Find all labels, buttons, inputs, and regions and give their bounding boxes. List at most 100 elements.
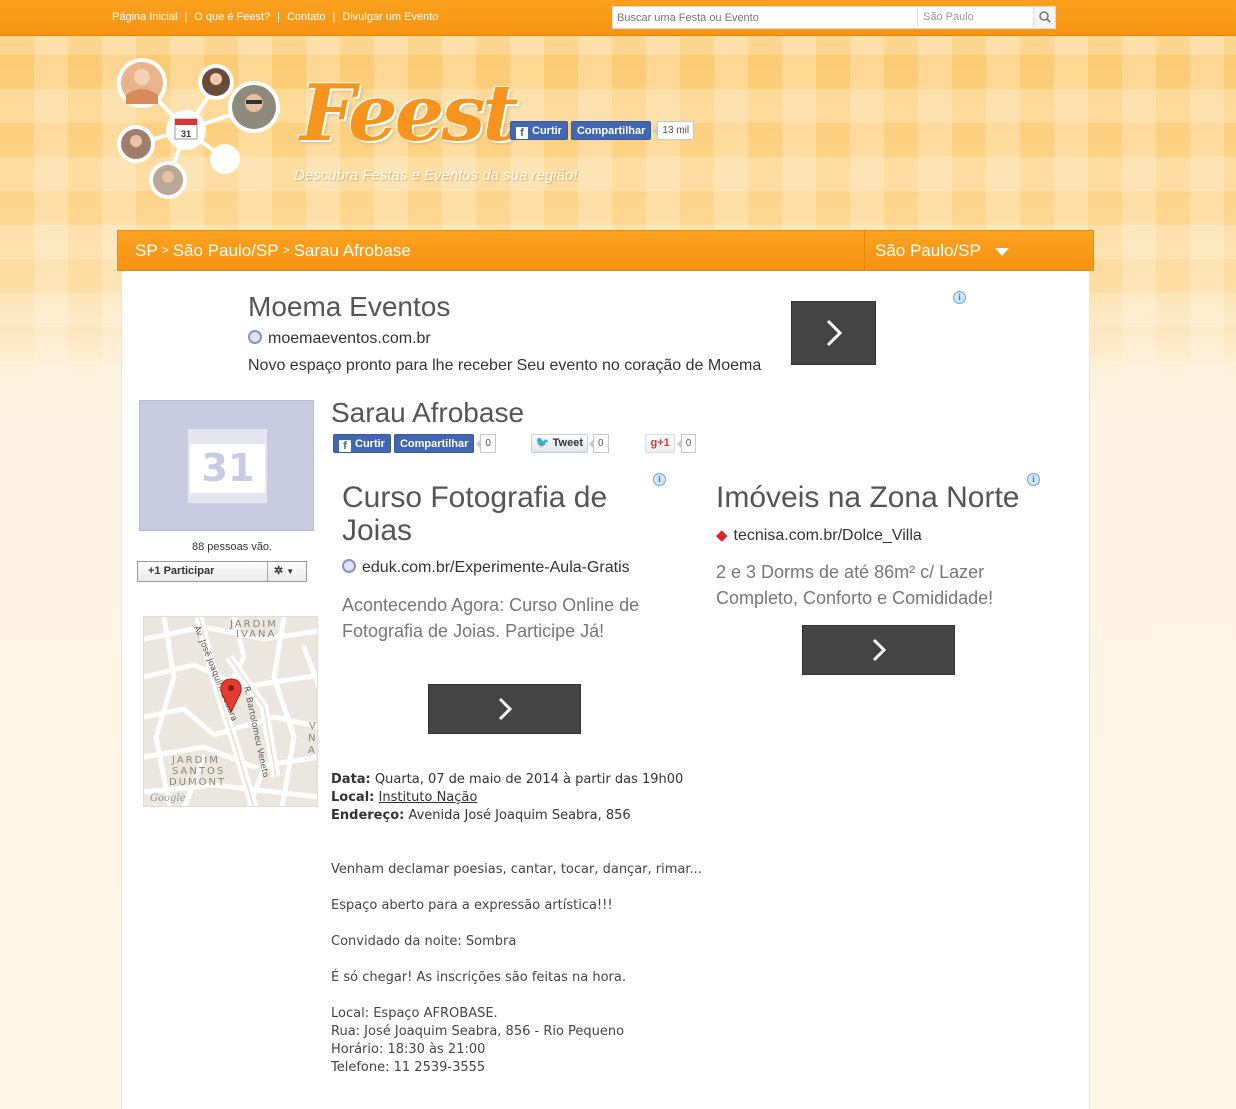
svg-text:31: 31	[181, 129, 191, 139]
city-selector[interactable]: São Paulo/SP	[864, 231, 1093, 270]
ad-top-url[interactable]: moemaeventos.com.br	[248, 330, 431, 348]
event-map[interactable]: JARDIM IVANA JARDIM SANTOS DUMONT V N A …	[143, 616, 318, 807]
nav-publish-event-link[interactable]: Divulgar um Evento	[342, 11, 438, 23]
going-count: 88 pessoas vão.	[192, 541, 273, 553]
chevron-right-icon	[872, 638, 886, 662]
twitter-icon: 🐦	[535, 437, 550, 449]
header-like-button[interactable]: f Curtir	[510, 121, 568, 140]
event-image-day: 31	[202, 446, 255, 490]
participate-options-button[interactable]: ✲ ▼	[267, 562, 307, 581]
map-label-jardim-ivana: IVANA	[236, 629, 276, 640]
search-city-value: São Paulo	[923, 11, 974, 23]
breadcrumb-item-event: Sarau Afrobase	[293, 241, 411, 260]
event-details: Data: Quarta, 07 de maio de 2014 à parti…	[331, 771, 683, 825]
nav-separator: |	[184, 11, 188, 23]
feest-logo[interactable]: Feest	[300, 68, 518, 159]
ad-info-icon[interactable]: i	[1027, 473, 1040, 486]
nav-separator: |	[277, 11, 280, 23]
search-box: São Paulo ▼	[612, 6, 1056, 29]
event-date-label: Data:	[331, 772, 371, 787]
logo-network-graphic: 31	[117, 58, 280, 199]
search-city-select[interactable]: São Paulo ▼	[917, 9, 1047, 26]
chevron-right-icon	[498, 697, 512, 721]
event-fb-count: 0	[476, 434, 496, 453]
breadcrumb-separator: >	[161, 243, 169, 257]
map-label-vna: N	[308, 733, 317, 744]
description-paragraph: Convidado da noite: Sombra	[331, 934, 517, 949]
nav-contact-link[interactable]: Contato	[287, 11, 326, 23]
gear-icon: ✲	[274, 565, 284, 577]
ad-right-description: 2 e 3 Dorms de até 86m² c/ Lazer Complet…	[716, 562, 994, 608]
facebook-icon: f	[516, 127, 528, 139]
ad-info-icon[interactable]: i	[653, 473, 666, 486]
ad-left-description: Acontecendo Agora: Curso Online de Fotog…	[342, 595, 640, 641]
event-address-label: Endereço:	[331, 808, 405, 823]
top-bar: Página Inicial | O que é Feest? | Contato | Di…	[0, 0, 1236, 36]
google-logo: Google	[150, 793, 186, 804]
event-title: Sarau Afrobase	[331, 397, 525, 428]
tagline: Descubra Festas e Eventos da sua região!	[294, 167, 578, 184]
header-share-button[interactable]: Compartilhar	[570, 121, 652, 140]
ad-top-title[interactable]: Moema Eventos	[248, 291, 450, 323]
search-button[interactable]	[1033, 7, 1055, 28]
globe-icon	[342, 559, 356, 573]
description-line: Horário: 18:30 às 21:00	[331, 1042, 486, 1057]
nav-about-link[interactable]: O que é Feest?	[194, 11, 270, 23]
ad-left-url-text: eduk.com.br/Experimente-Aula-Gratis	[362, 559, 630, 576]
header-like-label: Curtir	[532, 125, 562, 137]
breadcrumb-bar: SP > São Paulo/SP > Sarau Afrobase São Paulo…	[117, 230, 1094, 271]
tecnisa-icon: ◆	[716, 527, 728, 544]
map-label-jardim-santos-dumont: JARDIM	[171, 755, 220, 766]
chevron-right-icon	[826, 319, 842, 347]
participate-button[interactable]: +1 Participar ✲ ▼	[137, 561, 307, 582]
participate-label: +1 Participar	[148, 565, 215, 577]
event-place: Local: Instituto Nação	[331, 789, 683, 807]
breadcrumb-item-city[interactable]: São Paulo/SP	[173, 241, 279, 260]
ad-right-arrow-button[interactable]	[802, 625, 955, 675]
ad-left-arrow-button[interactable]	[428, 684, 581, 734]
description-line: Telefone: 11 2539-3555	[331, 1060, 486, 1075]
header-share-count: 13 mil	[653, 121, 695, 140]
ad-top-description: Novo espaço pronto para lhe receber Seu …	[248, 357, 762, 374]
ad-right-title[interactable]: Imóveis na Zona Norte	[716, 481, 1036, 514]
description-paragraph: Espaço aberto para a expressão artística…	[331, 898, 613, 913]
event-place-label: Local:	[331, 790, 375, 805]
ad-info-icon[interactable]: i	[953, 291, 966, 304]
ad-top-url-text: moemaeventos.com.br	[268, 330, 431, 347]
ad-right-url-text: tecnisa.com.br/Dolce_Villa	[733, 527, 922, 544]
city-selector-label: São Paulo/SP	[875, 241, 981, 260]
event-share-button[interactable]: Compartilhar	[393, 434, 475, 453]
ad-top-arrow-button[interactable]	[791, 301, 876, 365]
facebook-icon: f	[339, 440, 351, 452]
breadcrumb-separator: >	[282, 243, 290, 257]
ad-left-url[interactable]: eduk.com.br/Experimente-Aula-Gratis	[342, 559, 630, 577]
chevron-down-icon: ▼	[286, 567, 295, 576]
tweet-button[interactable]: 🐦 Tweet	[530, 434, 589, 453]
gplus-button[interactable]: g+1	[645, 434, 675, 453]
description-paragraph: É só chegar! As inscrições são feitas na…	[331, 970, 626, 985]
breadcrumb: SP > São Paulo/SP > Sarau Afrobase	[135, 241, 411, 261]
event-social-buttons: f Curtir Compartilhar 0 🐦 Tweet 0 g+1 0	[333, 434, 697, 454]
gplus-count: 0	[676, 434, 697, 453]
event-description: Venham declamar poesias, cantar, tocar, …	[331, 861, 702, 1077]
nav-home-link[interactable]: Página Inicial	[112, 11, 177, 23]
map-label-jardim-santos-dumont: DUMONT	[169, 777, 226, 788]
event-address: Endereço: Avenida José Joaquim Seabra, 8…	[331, 807, 683, 825]
event-address-value: Avenida José Joaquim Seabra, 856	[408, 808, 631, 823]
event-image: 31	[139, 400, 314, 531]
map-graphic: JARDIM IVANA JARDIM SANTOS DUMONT V N A …	[144, 617, 317, 806]
ad-left-title[interactable]: Curso Fotografia de Joias	[342, 481, 642, 547]
event-like-button[interactable]: f Curtir	[333, 434, 391, 453]
description-line: Local: Espaço AFROBASE.	[331, 1006, 498, 1021]
event-place-link[interactable]: Instituto Nação	[379, 790, 478, 805]
breadcrumb-item-state[interactable]: SP	[135, 241, 158, 260]
tweet-label: Tweet	[552, 437, 584, 449]
ad-right-url[interactable]: ◆ tecnisa.com.br/Dolce_Villa	[716, 526, 922, 545]
chevron-down-icon	[995, 248, 1009, 256]
description-line: Rua: José Joaquim Seabra, 856 - Rio Pequ…	[331, 1024, 625, 1039]
search-input[interactable]	[613, 7, 917, 28]
event-date: Data: Quarta, 07 de maio de 2014 à parti…	[331, 771, 683, 789]
globe-icon	[248, 330, 262, 344]
nav-separator: |	[332, 11, 336, 23]
event-like-label: Curtir	[355, 438, 385, 450]
